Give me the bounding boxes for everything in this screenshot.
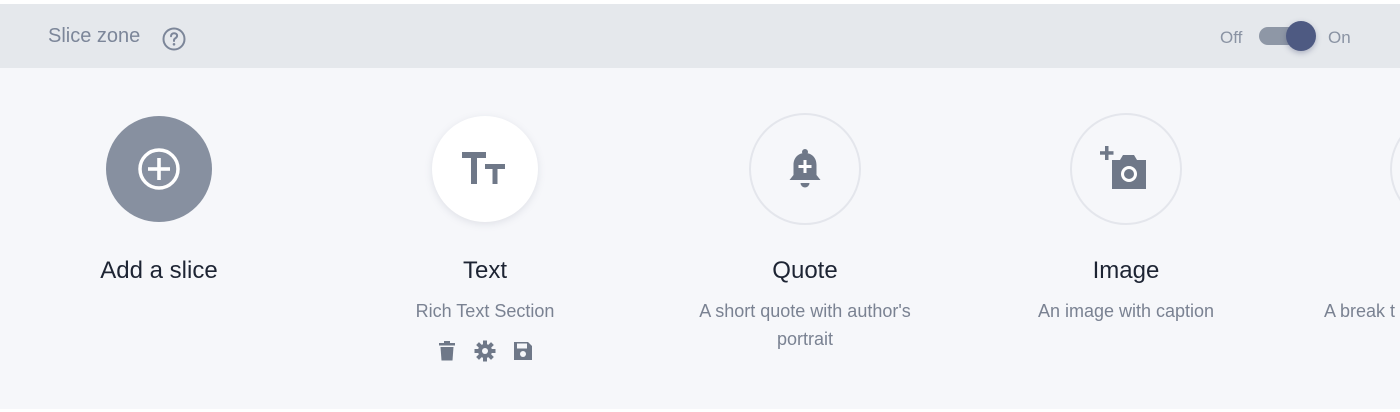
slice-icon-circle[interactable] (749, 113, 861, 225)
slice-description: A break t (1324, 301, 1396, 321)
slice-icon-circle[interactable] (1070, 113, 1182, 225)
slice-actions (335, 340, 635, 362)
add-slice-button[interactable] (106, 116, 212, 222)
slice-icon-circle[interactable] (432, 116, 538, 222)
slice-description: Rich Text Section (415, 301, 555, 321)
trash-icon[interactable] (436, 340, 458, 362)
slice-card-partial[interactable]: S A break t (1296, 4, 1400, 409)
text-size-icon (462, 152, 505, 184)
slice-card-text[interactable]: Text Rich Text Section (335, 4, 635, 409)
slice-icon-circle[interactable] (1390, 113, 1400, 225)
save-icon[interactable] (512, 340, 534, 362)
slice-title: S (1342, 257, 1400, 285)
slice-card-quote[interactable]: Quote A short quote with author's portra… (655, 4, 955, 409)
slice-title: Quote (772, 257, 838, 284)
slice-title: Image (1092, 257, 1160, 284)
bell-plus-icon (789, 149, 821, 188)
slice-description: An image with caption (1037, 301, 1215, 321)
slice-description: A short quote with author's portrait (699, 301, 911, 349)
add-photo-icon (1100, 146, 1146, 189)
slice-title: Add a slice (100, 257, 218, 284)
slice-card-image[interactable]: Image An image with caption (976, 4, 1276, 409)
slice-zone-panel: Slice zone Off On Add a slice Text Rich … (0, 4, 1400, 409)
gear-icon[interactable] (474, 340, 496, 362)
slice-title: Text (462, 257, 507, 284)
add-slice-card[interactable]: Add a slice (9, 4, 309, 409)
plus-circle-icon (138, 148, 180, 190)
